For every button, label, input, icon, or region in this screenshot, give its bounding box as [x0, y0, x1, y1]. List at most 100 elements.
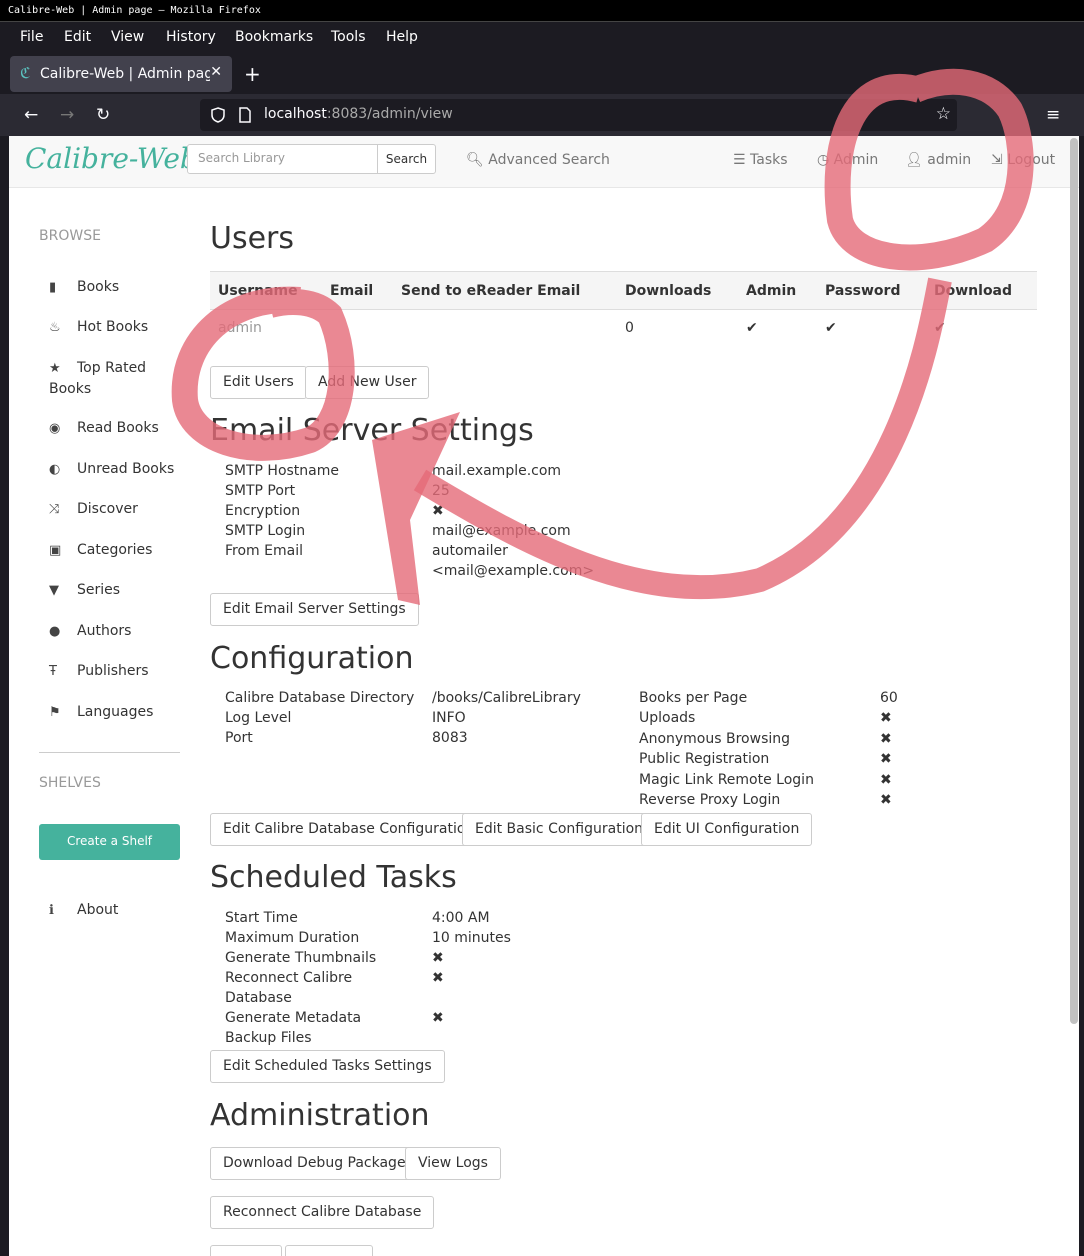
bookmark-star-icon[interactable]: ☆ — [936, 104, 951, 124]
tab-bar: ℭ Calibre-Web | Admin page ✕ + — [0, 54, 1084, 94]
users-title: Users — [210, 221, 295, 256]
download-debug-button[interactable]: Download Debug Package — [210, 1147, 419, 1180]
forward-icon[interactable]: → — [60, 105, 74, 125]
partial-button-1[interactable] — [210, 1245, 282, 1256]
menu-view[interactable]: View — [111, 29, 144, 45]
fire-icon: ♨ — [49, 320, 61, 335]
sidebar-item-series[interactable]: ▼ Series — [49, 580, 189, 601]
from-email-label: From Email — [225, 543, 303, 559]
col-download: Download — [926, 271, 1037, 310]
max-duration-label: Maximum Duration — [225, 930, 360, 946]
partial-button-2[interactable] — [285, 1245, 373, 1256]
sidebar-item-categories[interactable]: ▣ Categories — [49, 540, 189, 561]
hamburger-menu-icon[interactable]: ≡ — [1046, 105, 1060, 125]
books-per-page-value: 60 — [880, 690, 898, 706]
sidebar-item-books[interactable]: ▮ Books — [49, 277, 189, 298]
brand-logo[interactable]: Calibre-Web — [25, 142, 198, 175]
reload-icon[interactable]: ↻ — [96, 105, 110, 125]
cell-email — [322, 309, 393, 346]
sidebar-item-languages[interactable]: ⚑ Languages — [49, 702, 189, 723]
advanced-search-link[interactable]: 🔍︎ Advanced Search — [466, 152, 610, 168]
encryption-label: Encryption — [225, 503, 301, 519]
sidebar-item-read-books[interactable]: ◉ Read Books — [49, 418, 189, 439]
calibre-favicon-icon: ℭ — [20, 64, 31, 82]
sidebar-item-about[interactable]: ℹ About — [49, 900, 189, 921]
edit-users-button[interactable]: Edit Users — [210, 366, 307, 399]
db-dir-label: Calibre Database Directory — [225, 690, 415, 706]
browser-tab[interactable]: ℭ Calibre-Web | Admin page ✕ — [10, 56, 232, 92]
edit-db-config-button[interactable]: Edit Calibre Database Configuration — [210, 813, 488, 846]
add-new-user-button[interactable]: Add New User — [305, 366, 430, 399]
tab-title: Calibre-Web | Admin page — [40, 66, 210, 82]
search-input[interactable]: Search Library — [187, 144, 379, 174]
sidebar-item-publishers[interactable]: Ŧ Publishers — [49, 661, 189, 682]
menu-edit[interactable]: Edit — [64, 29, 91, 45]
search-button[interactable]: Search — [377, 144, 436, 174]
close-tab-icon[interactable]: ✕ — [210, 64, 222, 80]
eye-slash-icon: ◐ — [49, 462, 61, 477]
sidebar-item-discover[interactable]: ⤨ Discover — [49, 499, 189, 520]
view-logs-button[interactable]: View Logs — [405, 1147, 501, 1180]
edit-scheduled-tasks-button[interactable]: Edit Scheduled Tasks Settings — [210, 1050, 445, 1083]
metadata-backup-x-icon: ✖ — [432, 1010, 444, 1026]
logout-icon: ⇲ — [991, 152, 1003, 168]
menu-tools[interactable]: Tools — [331, 29, 366, 45]
info-icon: ℹ — [49, 903, 54, 918]
inbox-icon: ▣ — [49, 543, 62, 558]
public-reg-label: Public Registration — [639, 751, 770, 767]
edit-email-settings-button[interactable]: Edit Email Server Settings — [210, 593, 419, 626]
user-link-admin[interactable]: admin — [210, 309, 322, 346]
users-table: Username Email Send to eReader Email Dow… — [210, 271, 1037, 346]
admin-link[interactable]: ◷ Admin — [817, 152, 878, 168]
back-icon[interactable]: ← — [24, 105, 38, 125]
book-icon: ▮ — [49, 280, 57, 295]
tasks-icon: ☰ — [733, 152, 746, 168]
nav-toolbar: ← → ↻ localhost:8083/admin/view ☆ ≡ — [0, 94, 1084, 136]
url-text: localhost:8083/admin/view — [264, 106, 453, 122]
sidebar-item-authors[interactable]: ● Authors — [49, 621, 189, 642]
cell-admin-check: ✔ — [738, 309, 817, 346]
create-shelf-button[interactable]: Create a Shelf — [39, 824, 180, 860]
menu-history[interactable]: History — [166, 29, 216, 45]
reconnect-db-label: Reconnect Calibre Database — [225, 970, 353, 1006]
eye-icon: ◉ — [49, 421, 61, 436]
text-size-icon: Ŧ — [49, 664, 57, 679]
sidebar-item-hot-books[interactable]: ♨ Hot Books — [49, 317, 189, 338]
sidebar-item-unread-books[interactable]: ◐ Unread Books — [49, 459, 189, 480]
window-title: Calibre-Web | Admin page — Mozilla Firef… — [0, 0, 1084, 22]
flag-icon: ⚑ — [49, 705, 61, 720]
log-level-value: INFO — [432, 710, 466, 726]
user-link[interactable]: 👤︎ admin — [905, 152, 971, 168]
magic-link-label: Magic Link Remote Login — [639, 772, 814, 788]
logout-link[interactable]: ⇲ Logout — [991, 152, 1055, 168]
random-icon: ⤨ — [49, 502, 60, 517]
edit-ui-config-button[interactable]: Edit UI Configuration — [641, 813, 813, 846]
uploads-label: Uploads — [639, 710, 696, 726]
tasks-link[interactable]: ☰ Tasks — [733, 152, 788, 168]
db-dir-value: /books/CalibreLibrary — [432, 690, 581, 706]
configuration-title: Configuration — [210, 641, 414, 676]
edit-basic-config-button[interactable]: Edit Basic Configuration — [462, 813, 657, 846]
port-label: Port — [225, 730, 253, 746]
menu-bar: File Edit View History Bookmarks Tools H… — [0, 22, 1084, 54]
smtp-hostname-label: SMTP Hostname — [225, 463, 339, 479]
public-reg-x-icon: ✖ — [880, 751, 892, 767]
bookmark-icon: ▼ — [49, 583, 59, 598]
gen-thumbnails-label: Generate Thumbnails — [225, 950, 377, 966]
shield-icon[interactable] — [210, 107, 226, 123]
url-bar[interactable]: localhost:8083/admin/view ☆ — [200, 99, 957, 131]
new-tab-icon[interactable]: + — [244, 62, 261, 86]
menu-help[interactable]: Help — [386, 29, 418, 45]
sidebar-item-top-rated[interactable]: ★ Top Rated Books — [49, 358, 189, 399]
menu-bookmarks[interactable]: Bookmarks — [235, 29, 313, 45]
reconnect-db-button[interactable]: Reconnect Calibre Database — [210, 1196, 435, 1229]
col-downloads: Downloads — [617, 271, 738, 310]
page-scrollbar[interactable] — [1070, 138, 1078, 1024]
col-username: Username — [210, 271, 322, 310]
menu-file[interactable]: File — [20, 29, 43, 45]
metadata-backup-label: Generate Metadata Backup Files — [225, 1010, 362, 1046]
page-viewport: Calibre-Web Search Library Search 🔍︎ Adv… — [9, 136, 1079, 1256]
smtp-login-label: SMTP Login — [225, 523, 306, 539]
dashboard-icon: ◷ — [817, 152, 830, 168]
cell-password-check: ✔ — [817, 309, 926, 346]
